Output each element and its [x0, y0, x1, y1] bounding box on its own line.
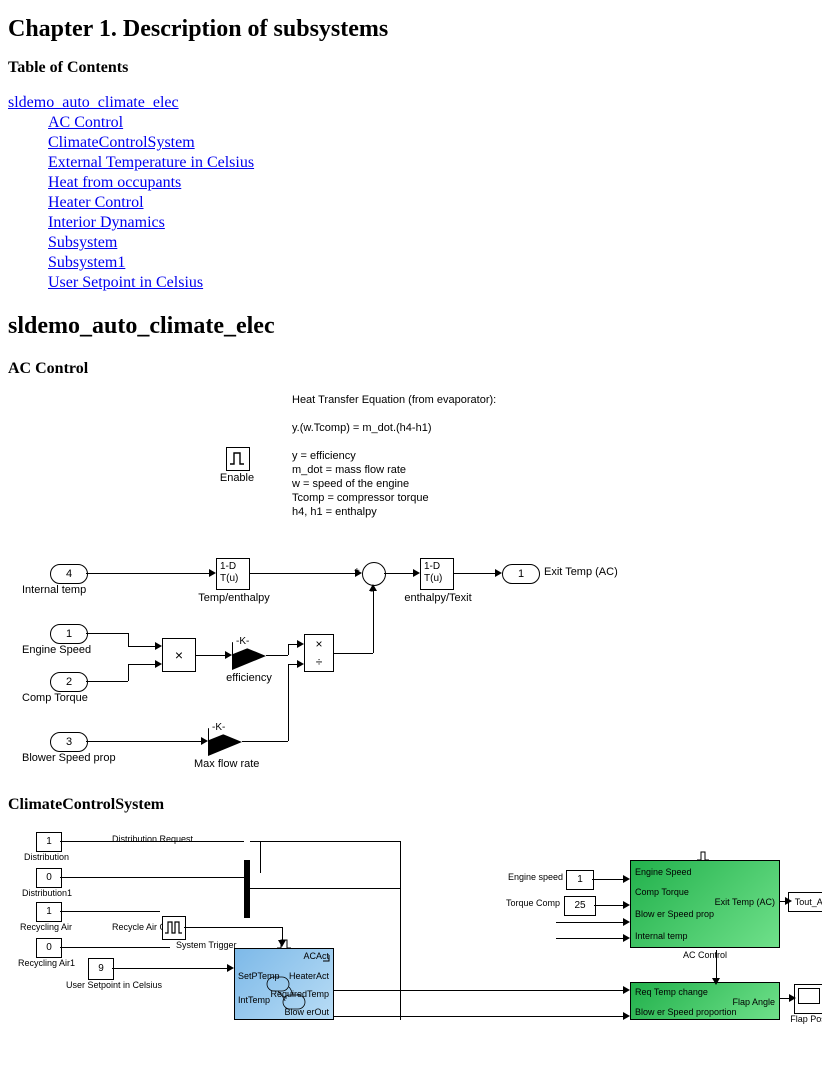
diagram-climate-control-system: 1 Distribution 0 Distribution1 1 Recycli…: [16, 830, 816, 1020]
const-recycling-air1: 0: [36, 938, 62, 958]
diagram-ac-control: Heat Transfer Equation (from evaporator)…: [14, 394, 654, 774]
toc-link[interactable]: Heat from occupants: [48, 174, 181, 191]
eq-line: w = speed of the engine: [292, 478, 409, 490]
toc-link[interactable]: Subsystem: [48, 234, 117, 251]
outport-label: Exit Temp (AC): [544, 566, 618, 578]
subsection-climate-control-system: ClimateControlSystem: [8, 796, 814, 814]
inport-label: Engine Speed: [22, 644, 91, 656]
enable-label: Enable: [214, 472, 260, 484]
eq-main: y.(w.Tcomp) = m_dot.(h4-h1): [292, 422, 431, 434]
toc-link[interactable]: Subsystem1: [48, 254, 125, 271]
eq-line: h4, h1 = enthalpy: [292, 506, 377, 518]
toc: sldemo_auto_climate_elec AC Control Clim…: [8, 93, 814, 293]
lut-enthalpy-texit: 1-DT(u): [420, 558, 454, 590]
toc-link-root[interactable]: sldemo_auto_climate_elec: [8, 94, 179, 111]
lut-label: Temp/enthalpy: [194, 592, 274, 604]
const-label: Distribution: [24, 852, 69, 862]
const-label: Torque Comp: [504, 898, 560, 908]
toc-link[interactable]: Heater Control: [48, 194, 144, 211]
sum-block: [362, 562, 386, 586]
divide-block: × ÷: [304, 634, 334, 672]
inport-engine-speed: 1: [50, 624, 88, 644]
toc-link[interactable]: AC Control: [48, 114, 123, 131]
scope-label: Flap Pos: [786, 1014, 822, 1024]
gain-efficiency: -K-: [232, 642, 266, 670]
const-torque-comp: 25: [564, 896, 596, 916]
inport-blower-speed: 3: [50, 732, 88, 752]
goto-tout-ac: Tout_AC: [788, 892, 822, 912]
gain-max-flow-rate: -K-: [208, 728, 242, 756]
inport-label: Blower Speed prop: [22, 752, 116, 764]
gain-label: Max flow rate: [194, 758, 256, 770]
const-label: User Setpoint in Celsius: [66, 980, 162, 990]
const-engine-speed: 1: [566, 870, 594, 890]
subsystem-heater-control: Req Temp change Blow er Speed proportion…: [630, 982, 780, 1020]
signal-label: System Trigger: [176, 940, 237, 950]
inport-label: Internal temp: [22, 584, 86, 596]
section-title: sldemo_auto_climate_elec: [8, 313, 814, 340]
toc-link[interactable]: Interior Dynamics: [48, 214, 165, 231]
outport-exit-temp: 1: [502, 564, 540, 584]
eq-heading: Heat Transfer Equation (from evaporator)…: [292, 394, 496, 406]
mux-block: [244, 860, 250, 918]
toc-link[interactable]: External Temperature in Celsius: [48, 154, 254, 171]
signal-label: Distribution Request: [112, 834, 193, 844]
pulse-system-trigger: [162, 916, 186, 940]
const-label: Engine speed: [508, 872, 562, 882]
subsystem-ac-control: Engine Speed Comp Torque Blow er Speed p…: [630, 860, 780, 948]
subsystem-temperature-control: ACAct SetPTemp IntTemp HeaterAct Require…: [234, 948, 334, 1020]
lut-label: enthalpy/Texit: [398, 592, 478, 604]
lut-temp-enthalpy: 1-DT(u): [216, 558, 250, 590]
const-distribution: 1: [36, 832, 62, 852]
inport-label: Comp Torque: [22, 692, 88, 704]
toc-link[interactable]: ClimateControlSystem: [48, 134, 195, 151]
chapter-title: Chapter 1. Description of subsystems: [8, 16, 814, 43]
eq-line: m_dot = mass flow rate: [292, 464, 406, 476]
inport-comp-torque: 2: [50, 672, 88, 692]
gain-label: efficiency: [220, 672, 278, 684]
const-distribution1: 0: [36, 868, 62, 888]
toc-link[interactable]: User Setpoint in Celsius: [48, 274, 203, 291]
const-label: Recycling Air: [20, 922, 72, 932]
eq-line: Tcomp = compressor torque: [292, 492, 429, 504]
enable-icon: [696, 850, 710, 865]
const-label: Distribution1: [22, 888, 72, 898]
const-label: Recycling Air1: [18, 958, 75, 968]
eq-line: y = efficiency: [292, 450, 356, 462]
toc-heading: Table of Contents: [8, 59, 814, 77]
subsystem-label: AC Control: [630, 950, 780, 960]
const-user-setpoint: 9: [88, 958, 114, 980]
inport-internal-temp: 4: [50, 564, 88, 584]
subsection-ac-control: AC Control: [8, 360, 814, 378]
enable-block: [226, 447, 250, 471]
product-block: ×: [162, 638, 196, 672]
scope-flap-pos: [794, 984, 822, 1014]
const-recycling-air: 1: [36, 902, 62, 922]
